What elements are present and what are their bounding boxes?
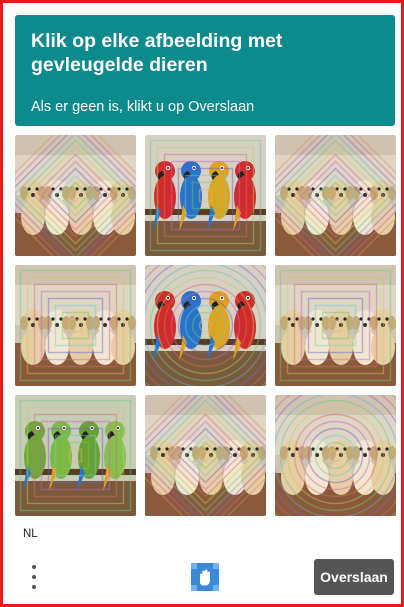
challenge-image [145,395,266,516]
challenge-image [145,265,266,386]
challenge-image [15,135,136,256]
challenge-header: Klik op elke afbeelding met gevleugelde … [15,15,395,126]
challenge-image [275,135,396,256]
image-tile-4[interactable] [15,265,136,386]
language-selector[interactable]: NL [23,528,38,540]
challenge-instruction: Als er geen is, klikt u op Overslaan [31,99,255,115]
challenge-image [15,265,136,386]
image-tile-5[interactable] [145,265,266,386]
image-tile-1[interactable] [15,135,136,256]
more-options-icon[interactable] [21,563,47,591]
challenge-image [275,395,396,516]
challenge-image [145,135,266,256]
hand-logo-icon[interactable] [189,561,221,593]
captcha-frame: Klik op elke afbeelding met gevleugelde … [0,0,404,607]
challenge-prompt: Klik op elke afbeelding met gevleugelde … [31,30,283,76]
image-tile-7[interactable] [15,395,136,516]
image-grid [15,135,396,517]
skip-button[interactable]: Overslaan [314,559,394,595]
image-tile-9[interactable] [275,395,396,516]
image-tile-8[interactable] [145,395,266,516]
image-tile-6[interactable] [275,265,396,386]
image-tile-3[interactable] [275,135,396,256]
challenge-image [15,395,136,516]
image-tile-2[interactable] [145,135,266,256]
challenge-image [275,265,396,386]
